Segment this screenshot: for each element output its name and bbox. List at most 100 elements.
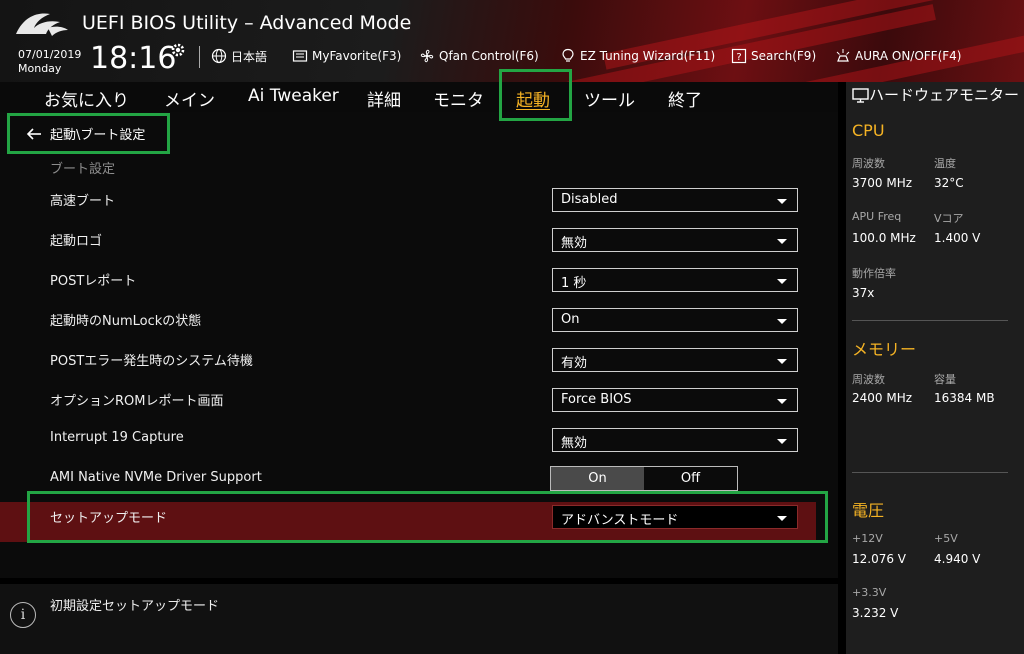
- mem-freq-value: 2400 MHz: [852, 391, 913, 405]
- cpu-temp-value: 32°C: [934, 176, 964, 190]
- aura-button[interactable]: AURA ON/OFF(F4): [835, 46, 961, 66]
- help-search-icon: ?: [731, 48, 747, 64]
- v33-label: +3.3V: [852, 586, 887, 599]
- tab-tool[interactable]: ツール: [584, 86, 635, 111]
- post-report-select[interactable]: 1 秒: [552, 268, 798, 292]
- clock-time: 18:16: [90, 41, 177, 76]
- fast-boot-label: 高速ブート: [50, 194, 116, 209]
- dropdown-arrow-icon: [777, 279, 787, 284]
- ez-tuning-label: EZ Tuning Wizard(F11): [580, 49, 716, 63]
- day-text: Monday: [18, 62, 62, 75]
- info-icon: i: [10, 602, 36, 628]
- tab-exit[interactable]: 終了: [668, 86, 702, 111]
- tab-boot[interactable]: 起動: [516, 86, 550, 111]
- myfavorite-label: MyFavorite(F3): [312, 49, 402, 63]
- arrow-left-icon: [26, 127, 41, 140]
- post-error-wait-select[interactable]: 有効: [552, 348, 798, 372]
- monitor-title: ハードウェアモニター: [868, 86, 1019, 104]
- svg-text:?: ?: [736, 52, 741, 63]
- settings-panel: 起動\ブート設定 ブート設定 高速ブート Disabled 起動ロゴ 無効 PO…: [0, 112, 838, 578]
- vcore-label: Vコア: [934, 212, 964, 225]
- tab-monitor[interactable]: モニタ: [433, 86, 484, 111]
- monitor-divider: [852, 472, 1008, 473]
- header-divider: [199, 46, 200, 68]
- dropdown-arrow-icon: [777, 319, 787, 324]
- date-display: 07/01/2019 Monday: [18, 48, 81, 76]
- date-text: 07/01/2019: [18, 48, 82, 61]
- interrupt19-value: 無効: [561, 436, 588, 451]
- apu-freq-label: APU Freq: [852, 210, 902, 223]
- boot-logo-label: 起動ロゴ: [50, 234, 103, 249]
- tab-main[interactable]: メイン: [164, 86, 215, 111]
- mem-cap-value: 16384 MB: [934, 391, 995, 405]
- nvme-off-option[interactable]: Off: [644, 467, 737, 490]
- option-rom-select[interactable]: Force BIOS: [552, 388, 798, 412]
- dropdown-arrow-icon: [777, 359, 787, 364]
- nvme-label: AMI Native NVMe Driver Support: [50, 470, 262, 485]
- v5-label: +5V: [934, 532, 958, 545]
- language-button[interactable]: 日本語: [211, 46, 267, 66]
- main-tab-bar: お気に入り メイン Ai Tweaker 詳細 モニタ 起動 ツール 終了: [0, 82, 838, 112]
- setup-mode-label: セットアップモード: [50, 511, 168, 526]
- cpu-freq-label: 周波数: [852, 157, 885, 170]
- option-rom-value: Force BIOS: [561, 392, 632, 407]
- numlock-label: 起動時のNumLockの状態: [50, 314, 202, 329]
- tab-ai-tweaker[interactable]: Ai Tweaker: [248, 86, 339, 106]
- rog-logo-icon: [16, 13, 68, 36]
- mem-cap-label: 容量: [934, 373, 956, 386]
- help-text: 初期設定セットアップモード: [50, 599, 220, 614]
- cpu-heading: CPU: [852, 121, 885, 140]
- voltage-heading: 電圧: [852, 501, 885, 520]
- section-title: ブート設定: [50, 162, 116, 177]
- dropdown-arrow-icon: [777, 239, 787, 244]
- gear-icon[interactable]: [170, 42, 186, 58]
- header-bar: UEFI BIOS Utility – Advanced Mode 07/01/…: [0, 0, 1024, 82]
- setup-mode-select[interactable]: アドバンストモード: [552, 505, 798, 529]
- fast-boot-select[interactable]: Disabled: [552, 188, 798, 212]
- tab-favorites[interactable]: お気に入り: [44, 86, 129, 111]
- favorite-list-icon: [292, 50, 308, 62]
- numlock-select[interactable]: On: [552, 308, 798, 332]
- help-bar: i 初期設定セットアップモード: [0, 584, 838, 654]
- interrupt19-select[interactable]: 無効: [552, 428, 798, 452]
- app-title: UEFI BIOS Utility – Advanced Mode: [82, 12, 412, 34]
- monitor-divider: [852, 320, 1008, 321]
- search-label: Search(F9): [751, 49, 817, 63]
- v5-value: 4.940 V: [934, 552, 981, 566]
- cpu-temp-label: 温度: [934, 157, 956, 170]
- v33-value: 3.232 V: [852, 606, 899, 620]
- fast-boot-value: Disabled: [561, 192, 618, 207]
- dropdown-arrow-icon: [777, 439, 787, 444]
- tab-advanced[interactable]: 詳細: [367, 86, 401, 111]
- numlock-value: On: [561, 312, 580, 327]
- boot-logo-select[interactable]: 無効: [552, 228, 798, 252]
- aura-label: AURA ON/OFF(F4): [855, 49, 962, 63]
- language-label: 日本語: [231, 49, 268, 64]
- ez-tuning-button[interactable]: EZ Tuning Wizard(F11): [560, 46, 715, 66]
- nvme-toggle[interactable]: On Off: [550, 466, 738, 491]
- myfavorite-button[interactable]: MyFavorite(F3): [292, 46, 401, 66]
- boot-logo-value: 無効: [561, 236, 588, 251]
- ratio-value: 37x: [852, 286, 875, 300]
- setup-mode-value: アドバンストモード: [561, 513, 679, 528]
- v12-value: 12.076 V: [852, 552, 907, 566]
- vcore-value: 1.400 V: [934, 231, 981, 245]
- post-error-wait-value: 有効: [561, 356, 588, 371]
- post-report-label: POSTレポート: [50, 274, 137, 289]
- dropdown-arrow-icon: [777, 199, 787, 204]
- nvme-on-option[interactable]: On: [551, 467, 644, 490]
- memory-heading: メモリー: [852, 340, 917, 359]
- dropdown-arrow-icon: [777, 399, 787, 404]
- hardware-monitor-panel: ハードウェアモニター CPU 周波数 温度 3700 MHz 32°C APU …: [846, 82, 1024, 654]
- search-button[interactable]: ? Search(F9): [731, 46, 816, 66]
- qfan-label: Qfan Control(F6): [439, 49, 539, 63]
- post-report-value: 1 秒: [561, 276, 587, 291]
- dropdown-arrow-icon: [777, 516, 787, 521]
- cpu-freq-value: 3700 MHz: [852, 176, 913, 190]
- breadcrumb: 起動\ブート設定: [50, 128, 146, 143]
- qfan-button[interactable]: Qfan Control(F6): [419, 46, 539, 66]
- post-error-wait-label: POSTエラー発生時のシステム待機: [50, 354, 253, 369]
- back-button[interactable]: 起動\ブート設定: [26, 124, 145, 143]
- ratio-label: 動作倍率: [852, 267, 896, 280]
- apu-freq-value: 100.0 MHz: [852, 231, 916, 245]
